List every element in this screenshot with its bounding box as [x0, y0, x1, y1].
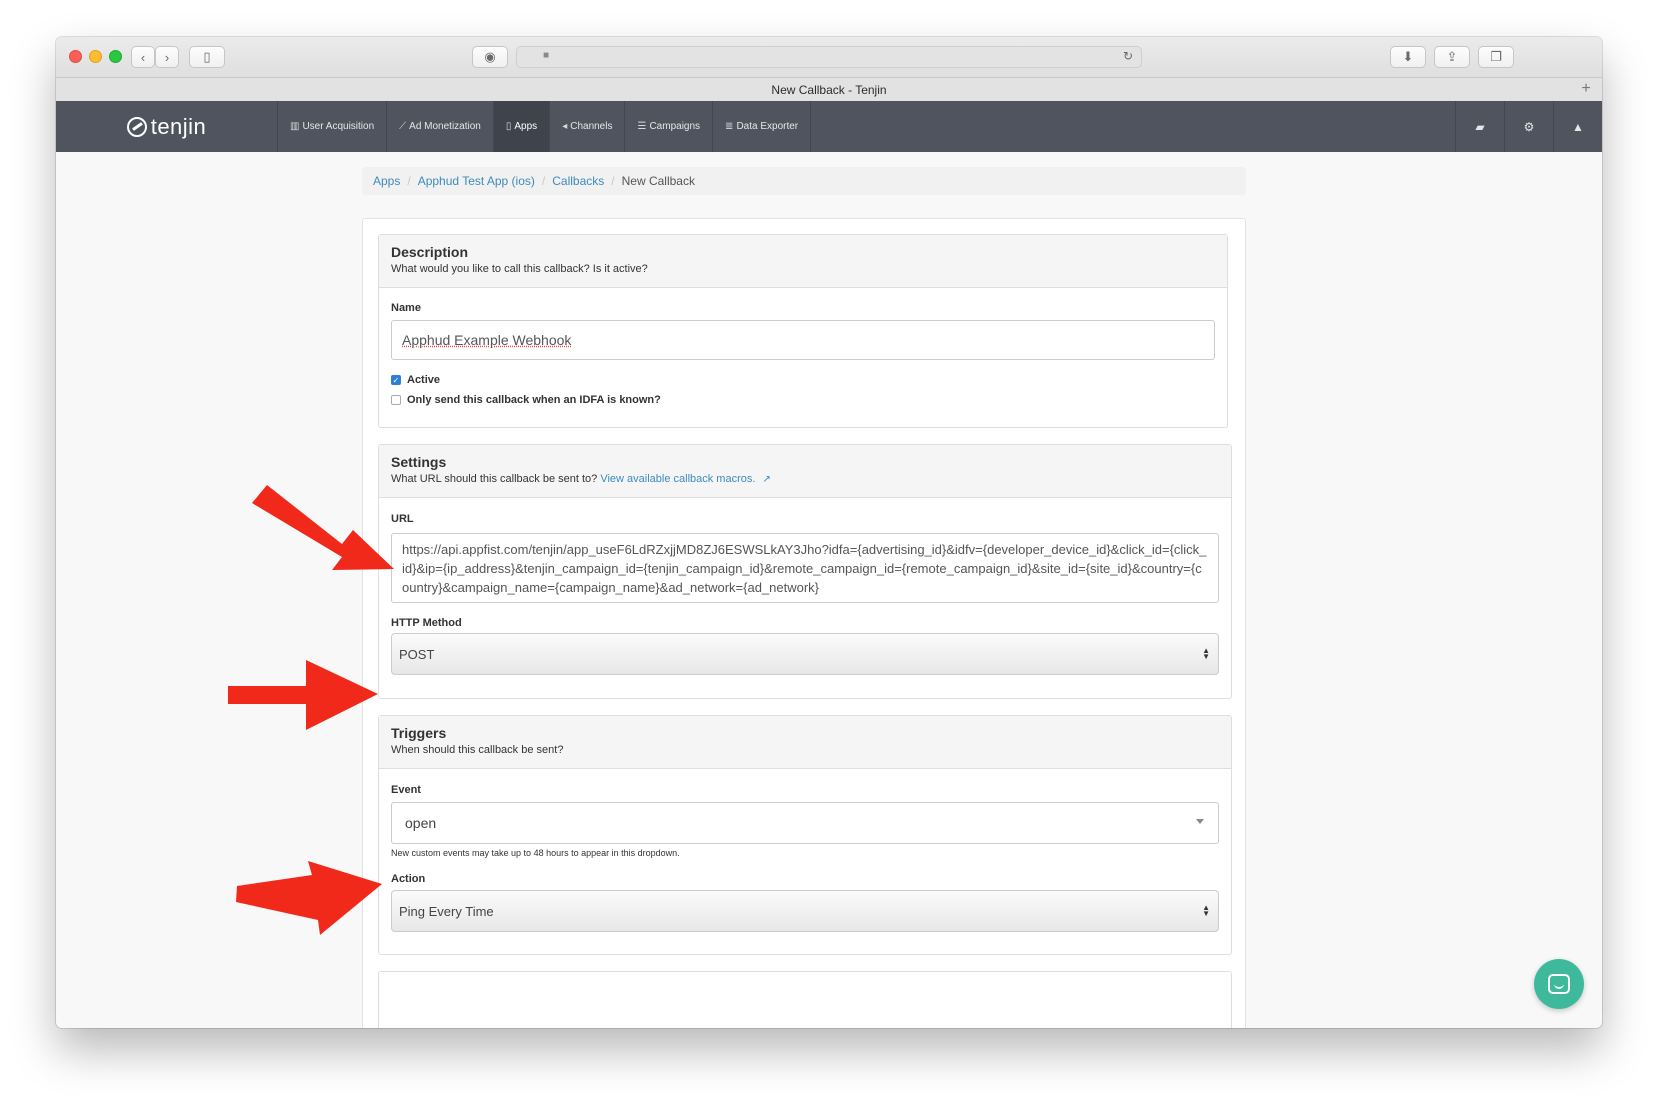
annotation-arrows [228, 485, 394, 935]
arrow-to-url-field [252, 485, 394, 570]
arrow-to-event-field [236, 861, 382, 935]
arrow-to-http-method [228, 660, 378, 730]
